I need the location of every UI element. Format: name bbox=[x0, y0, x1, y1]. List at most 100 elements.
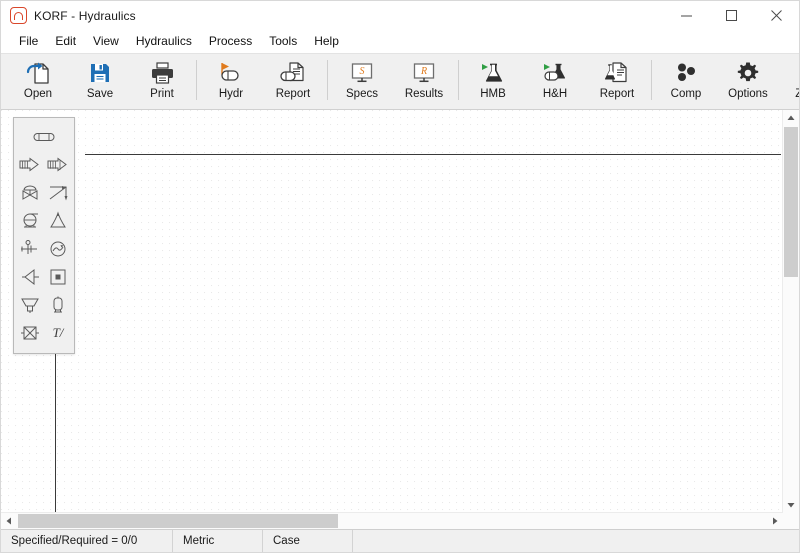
toolbar-separator bbox=[327, 60, 328, 100]
flowsheet-canvas[interactable] bbox=[1, 110, 783, 513]
hydraulics-report-button[interactable]: Report bbox=[262, 54, 324, 108]
status-extra bbox=[353, 530, 799, 552]
vertical-scroll-thumb[interactable] bbox=[784, 127, 798, 277]
specs-monitor-icon: S bbox=[345, 59, 379, 87]
control-valve-icon[interactable] bbox=[16, 179, 44, 207]
palette-row bbox=[14, 123, 74, 151]
title-bar: KORF - Hydraulics bbox=[1, 1, 799, 30]
comp-button[interactable]: Comp bbox=[655, 54, 717, 108]
results-button[interactable]: R Results bbox=[393, 54, 455, 108]
options-button[interactable]: Options bbox=[717, 54, 779, 108]
process-report-button[interactable]: Report bbox=[586, 54, 648, 108]
menu-help[interactable]: Help bbox=[306, 32, 347, 50]
heat-exchanger-icon[interactable] bbox=[16, 319, 44, 347]
palette-row bbox=[14, 291, 74, 319]
gear-icon bbox=[731, 59, 765, 87]
minimize-icon[interactable] bbox=[664, 1, 709, 30]
menu-file[interactable]: File bbox=[11, 32, 46, 50]
text-tool-icon[interactable]: T/ bbox=[44, 319, 72, 347]
text-tool-label: T/ bbox=[53, 325, 64, 341]
save-button[interactable]: Save bbox=[69, 54, 131, 108]
status-units: Metric bbox=[173, 530, 263, 552]
horizontal-guide-line[interactable] bbox=[85, 154, 781, 155]
run-hydraulics-icon bbox=[214, 59, 248, 87]
toolbar-separator bbox=[196, 60, 197, 100]
toolbar-separator bbox=[458, 60, 459, 100]
column-tower-icon[interactable] bbox=[44, 207, 72, 235]
comp-button-label: Comp bbox=[671, 88, 702, 100]
korf-arch-icon bbox=[10, 7, 27, 24]
scrollbar-corner bbox=[783, 513, 799, 529]
hmb-button[interactable]: HMB bbox=[462, 54, 524, 108]
status-bar: Specified/Required = 0/0 Metric Case bbox=[1, 529, 799, 552]
hopper-icon[interactable] bbox=[16, 291, 44, 319]
nozzle-icon[interactable] bbox=[16, 263, 44, 291]
hmb-button-label: HMB bbox=[480, 88, 506, 100]
process-report-icon bbox=[600, 59, 634, 87]
svg-text:S: S bbox=[360, 66, 365, 77]
toolbar-separator bbox=[651, 60, 652, 100]
floppy-disk-icon bbox=[83, 59, 117, 87]
process-report-button-label: Report bbox=[600, 88, 635, 100]
maximize-icon[interactable] bbox=[709, 1, 754, 30]
palette-row bbox=[14, 179, 74, 207]
zoom-button-label: Zoom bbox=[795, 88, 799, 100]
vertical-guide-line[interactable] bbox=[55, 350, 56, 513]
open-folder-document-icon bbox=[21, 59, 55, 87]
product-stream-icon[interactable] bbox=[44, 151, 72, 179]
feed-stream-icon[interactable] bbox=[16, 151, 44, 179]
scroll-down-icon[interactable] bbox=[783, 497, 799, 513]
print-button[interactable]: Print bbox=[131, 54, 193, 108]
close-icon[interactable] bbox=[754, 1, 799, 30]
results-monitor-icon: R bbox=[407, 59, 441, 87]
shape-palette: T/ bbox=[13, 117, 75, 354]
options-button-label: Options bbox=[728, 88, 768, 100]
palette-row bbox=[14, 235, 74, 263]
pipe-segment-icon[interactable] bbox=[30, 123, 58, 151]
menu-view[interactable]: View bbox=[85, 32, 127, 50]
run-hmb-flask-icon bbox=[476, 59, 510, 87]
hydraulics-report-button-label: Report bbox=[276, 88, 311, 100]
palette-row bbox=[14, 263, 74, 291]
scroll-left-icon[interactable] bbox=[1, 513, 17, 529]
menu-process[interactable]: Process bbox=[201, 32, 260, 50]
menu-hydraulics[interactable]: Hydraulics bbox=[128, 32, 200, 50]
menu-tools[interactable]: Tools bbox=[261, 32, 305, 50]
scroll-up-icon[interactable] bbox=[783, 110, 799, 126]
run-hh-flask-icon bbox=[538, 59, 572, 87]
menu-edit[interactable]: Edit bbox=[47, 32, 84, 50]
printer-icon bbox=[145, 59, 179, 87]
hydr-button-label: Hydr bbox=[219, 88, 243, 100]
hydr-button[interactable]: Hydr bbox=[200, 54, 262, 108]
zoom-button[interactable]: Zoom bbox=[779, 54, 799, 108]
hydraulics-report-icon bbox=[276, 59, 310, 87]
orifice-instrument-icon[interactable] bbox=[16, 235, 44, 263]
specs-button-label: Specs bbox=[346, 88, 378, 100]
palette-row bbox=[14, 207, 74, 235]
vertical-scrollbar[interactable] bbox=[782, 110, 799, 513]
specs-button[interactable]: S Specs bbox=[331, 54, 393, 108]
status-case: Case bbox=[263, 530, 353, 552]
vertical-vessel-icon[interactable] bbox=[44, 291, 72, 319]
print-button-label: Print bbox=[150, 88, 174, 100]
window-controls bbox=[664, 1, 799, 30]
palette-row bbox=[14, 151, 74, 179]
palette-row: T/ bbox=[14, 319, 74, 347]
results-button-label: Results bbox=[405, 88, 443, 100]
save-button-label: Save bbox=[87, 88, 113, 100]
application-window: KORF - Hydraulics File Edit View Hydraul… bbox=[0, 0, 800, 553]
pump-icon[interactable] bbox=[16, 207, 44, 235]
horizontal-scroll-thumb[interactable] bbox=[18, 514, 338, 528]
check-valve-icon[interactable] bbox=[44, 179, 72, 207]
menu-bar: File Edit View Hydraulics Process Tools … bbox=[1, 30, 799, 53]
hh-button-label: H&H bbox=[543, 88, 567, 100]
open-button[interactable]: Open bbox=[7, 54, 69, 108]
status-specified-required: Specified/Required = 0/0 bbox=[1, 530, 173, 552]
heater-icon[interactable] bbox=[44, 263, 72, 291]
compressor-icon[interactable] bbox=[44, 235, 72, 263]
hh-button[interactable]: H&H bbox=[524, 54, 586, 108]
horizontal-scrollbar[interactable] bbox=[1, 512, 783, 529]
scroll-right-icon[interactable] bbox=[767, 513, 783, 529]
magnifier-icon bbox=[793, 59, 799, 87]
window-title: KORF - Hydraulics bbox=[34, 9, 136, 23]
